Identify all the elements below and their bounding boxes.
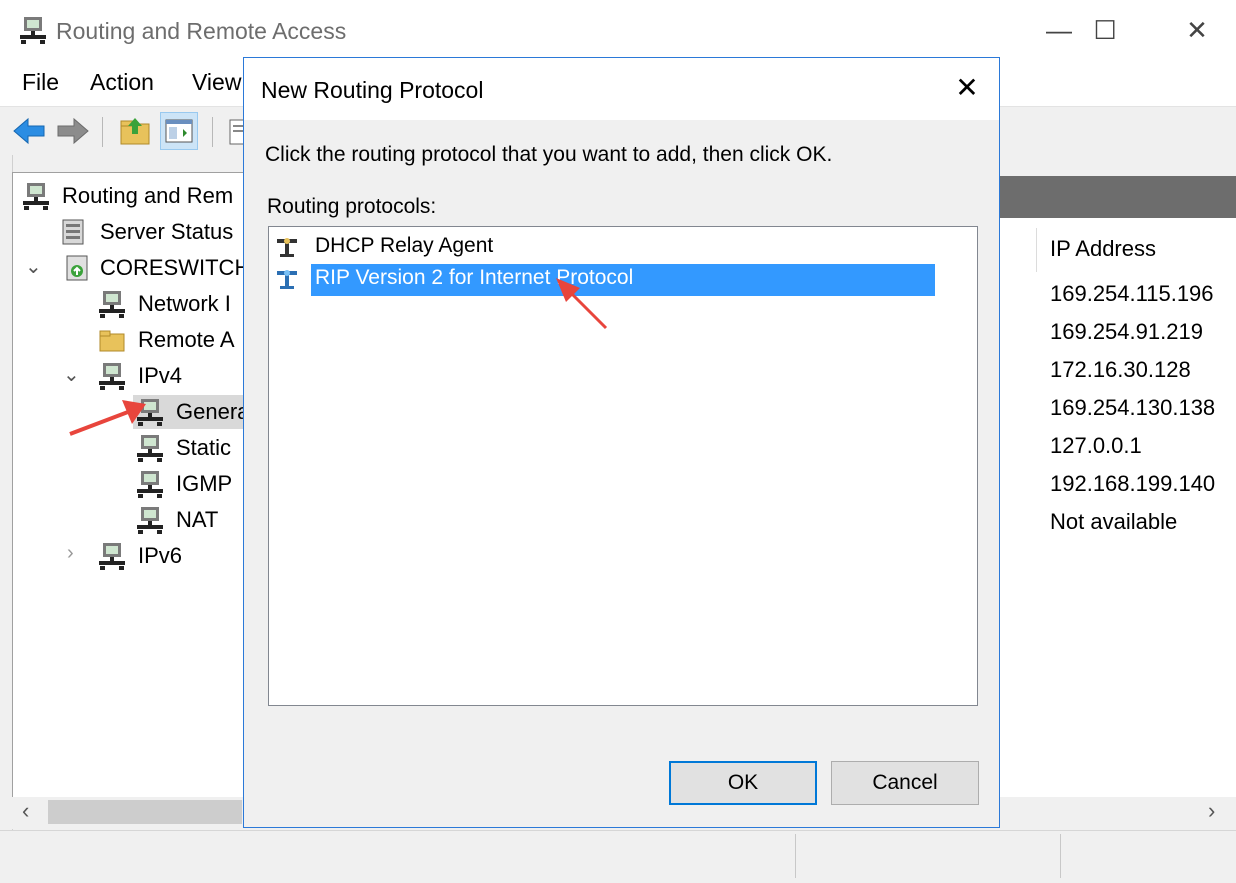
tree-label: Server Status — [100, 219, 234, 244]
toolbar-separator — [212, 117, 213, 147]
list-item-label: DHCP Relay Agent — [315, 234, 494, 257]
folder-icon — [97, 325, 127, 355]
console-tree: Routing and Rem Server Status ⌄ CORESWIT… — [12, 172, 246, 800]
status-separator — [1060, 834, 1061, 878]
tree-label: CORESWITCH — [100, 255, 246, 280]
dialog-title: New Routing Protocol — [261, 77, 484, 103]
tree-label: Routing and Rem — [62, 183, 234, 208]
routing-protocols-label: Routing protocols: — [267, 195, 437, 218]
app-title: Routing and Remote Access — [56, 18, 347, 44]
tree-label: Static — [176, 435, 232, 460]
ip-address-cell: 127.0.0.1 — [1050, 433, 1142, 458]
ip-address-cell: 169.254.115.196 — [1050, 281, 1214, 306]
protocol-icon — [275, 235, 299, 259]
list-item-dhcp-relay-agent[interactable]: DHCP Relay Agent — [273, 232, 943, 262]
chevron-right-icon[interactable]: › — [67, 542, 74, 565]
menu-file[interactable]: File — [22, 69, 59, 96]
close-icon[interactable]: ✕ — [1174, 10, 1220, 50]
ip-address-cell: 172.16.30.128 — [1050, 357, 1191, 382]
annotation-arrow — [552, 272, 610, 332]
minimize-icon[interactable]: — — [1036, 10, 1082, 50]
tree-item-igmp[interactable]: IGMP — [13, 467, 245, 501]
server-icon — [62, 253, 92, 283]
status-bar — [0, 830, 1236, 883]
routing-server-icon — [21, 181, 51, 211]
new-routing-protocol-dialog: New Routing Protocol ✕ Click the routing… — [243, 57, 1000, 828]
app-titlebar: Routing and Remote Access — ☐ ✕ — [0, 0, 1236, 62]
scroll-right-icon[interactable]: › — [1208, 798, 1215, 824]
tree-label: NAT — [176, 507, 219, 532]
app-icon — [18, 15, 48, 45]
list-item-label: RIP Version 2 for Internet Protocol — [311, 264, 935, 296]
ip-address-cell: 192.168.199.140 — [1050, 471, 1216, 496]
maximize-icon[interactable]: ☐ — [1082, 10, 1128, 50]
menu-action[interactable]: Action — [90, 69, 154, 96]
tree-item-coreswitch[interactable]: ⌄ CORESWITCH — [13, 251, 245, 285]
annotation-arrow — [66, 394, 152, 438]
tree-label: IGMP — [176, 471, 233, 496]
column-separator[interactable] — [1036, 228, 1037, 272]
ip-address-cell: 169.254.91.219 — [1050, 319, 1203, 344]
routing-icon — [97, 541, 127, 571]
forward-arrow-icon[interactable] — [54, 112, 92, 150]
toolbar-separator — [102, 117, 103, 147]
up-folder-icon[interactable] — [116, 112, 154, 150]
scroll-left-icon[interactable]: ‹ — [22, 798, 29, 824]
column-header-ip-address[interactable]: IP Address — [1050, 236, 1156, 262]
tree-item-nat[interactable]: NAT — [13, 503, 245, 537]
protocol-icon — [275, 267, 299, 291]
tree-label: IPv6 — [138, 543, 183, 568]
chevron-down-icon[interactable]: ⌄ — [25, 254, 42, 279]
routing-protocols-list[interactable]: DHCP Relay Agent RIP Version 2 for Inter… — [268, 226, 978, 706]
tree-item-remote-access[interactable]: Remote A — [13, 323, 245, 357]
show-hide-tree-icon[interactable] — [160, 112, 198, 150]
tree-label: Genera — [176, 399, 246, 424]
network-interface-icon — [97, 289, 127, 319]
tree-item-root[interactable]: Routing and Rem — [13, 179, 245, 213]
details-header-bar — [1000, 176, 1236, 218]
ip-address-cell: 169.254.130.138 — [1050, 395, 1216, 420]
tree-label: Network I — [138, 291, 231, 316]
routing-icon — [97, 361, 127, 391]
menu-view[interactable]: View — [192, 69, 241, 96]
ok-button[interactable]: OK — [669, 761, 817, 805]
routing-icon — [135, 469, 165, 499]
close-icon[interactable]: ✕ — [944, 68, 990, 108]
tree-item-network-interfaces[interactable]: Network I — [13, 287, 245, 321]
back-arrow-icon[interactable] — [10, 112, 48, 150]
tree-item-ipv6[interactable]: › IPv6 — [13, 539, 245, 573]
scrollbar-thumb[interactable] — [48, 800, 242, 824]
dialog-instruction: Click the routing protocol that you want… — [265, 143, 833, 166]
dialog-titlebar: New Routing Protocol ✕ — [244, 58, 999, 120]
tree-item-ipv4[interactable]: ⌄ IPv4 — [13, 359, 245, 393]
tree-label: Remote A — [138, 327, 235, 352]
tree-label: IPv4 — [138, 363, 183, 388]
cancel-button[interactable]: Cancel — [831, 761, 979, 805]
ip-address-cell: Not available — [1050, 509, 1178, 534]
status-separator — [795, 834, 796, 878]
server-status-icon — [58, 217, 88, 247]
chevron-down-icon[interactable]: ⌄ — [63, 362, 80, 387]
tree-item-server-status[interactable]: Server Status — [13, 215, 245, 249]
routing-icon — [135, 505, 165, 535]
